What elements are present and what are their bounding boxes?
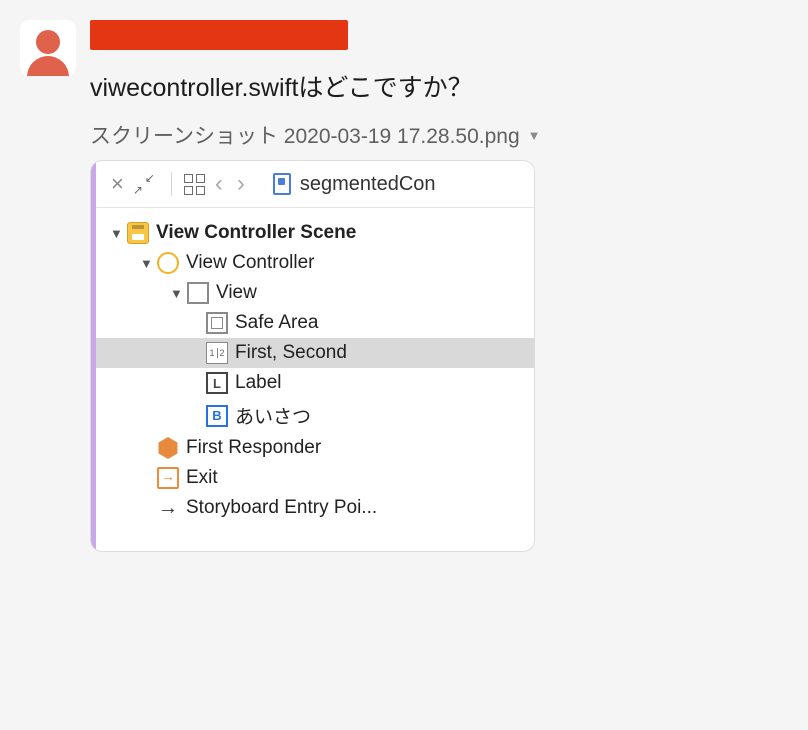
label-icon: L <box>206 372 228 394</box>
expand-icon[interactable] <box>133 173 155 195</box>
avatar[interactable] <box>20 20 76 76</box>
button-icon: B <box>206 405 228 427</box>
outline-view-row[interactable]: ▼ View <box>96 278 534 308</box>
message-content: viwecontroller.swiftはどこですか？ スクリーンショット 20… <box>90 20 808 552</box>
nav-back-icon[interactable]: ‹ <box>211 172 227 196</box>
outline-safearea-row[interactable]: Safe Area <box>96 308 534 338</box>
tab-title: segmentedCon <box>300 173 436 196</box>
outline-vc-row[interactable]: ▼ View Controller <box>96 248 534 278</box>
exit-icon <box>157 467 179 489</box>
button-label: あいさつ <box>235 402 311 429</box>
scene-icon <box>127 222 149 244</box>
entrypoint-label: Storyboard Entry Poi... <box>186 497 377 519</box>
outline-first-responder-row[interactable]: First Responder <box>96 433 534 463</box>
exit-label: Exit <box>186 467 218 489</box>
outline-segmented-row[interactable]: 12 First, Second <box>96 338 534 368</box>
document-outline: ▼ View Controller Scene ▼ View Controlle… <box>96 208 534 551</box>
first-responder-icon <box>157 437 179 459</box>
outline-scene-row[interactable]: ▼ View Controller Scene <box>96 218 534 248</box>
tab-file[interactable]: segmentedCon <box>273 173 436 196</box>
toolbar-divider <box>171 172 172 196</box>
grid-icon[interactable] <box>184 174 205 195</box>
chat-message: viwecontroller.swiftはどこですか？ スクリーンショット 20… <box>20 20 808 552</box>
left-accent <box>91 161 96 551</box>
view-icon <box>187 282 209 304</box>
outline-entrypoint-row[interactable]: → Storyboard Entry Poi... <box>96 493 534 523</box>
outline-label-row[interactable]: L Label <box>96 368 534 398</box>
attachment-filename-row[interactable]: スクリーンショット 2020-03-19 17.28.50.png ▼ <box>90 120 808 150</box>
disclosure-triangle-icon[interactable]: ▼ <box>140 256 154 271</box>
username-redacted <box>90 20 348 50</box>
vc-label: View Controller <box>186 252 314 274</box>
segmented-control-icon: 12 <box>206 342 228 364</box>
nav-forward-icon[interactable]: › <box>233 172 249 196</box>
xcode-toolbar: × ‹ › segmentedCon <box>96 161 534 208</box>
attachment-filename: スクリーンショット 2020-03-19 17.28.50.png <box>90 120 520 150</box>
safe-area-icon <box>206 312 228 334</box>
safe-area-label: Safe Area <box>235 312 318 334</box>
scene-label: View Controller Scene <box>156 222 356 244</box>
segmented-label: First, Second <box>235 342 347 364</box>
outline-exit-row[interactable]: Exit <box>96 463 534 493</box>
arrow-right-icon: → <box>157 497 179 519</box>
screenshot-attachment[interactable]: × ‹ › segmentedCon ▼ View Controller Sce… <box>90 160 535 552</box>
outline-button-row[interactable]: B あいさつ <box>96 398 534 433</box>
message-text: viwecontroller.swiftはどこですか？ <box>90 68 808 104</box>
close-icon[interactable]: × <box>108 173 127 195</box>
first-responder-label: First Responder <box>186 437 321 459</box>
label-label: Label <box>235 372 282 394</box>
disclosure-triangle-icon[interactable]: ▼ <box>170 286 184 301</box>
disclosure-triangle-icon[interactable]: ▼ <box>110 226 124 241</box>
caret-down-icon[interactable]: ▼ <box>528 128 541 143</box>
view-controller-icon <box>157 252 179 274</box>
storyboard-file-icon <box>273 173 291 195</box>
view-label: View <box>216 282 257 304</box>
